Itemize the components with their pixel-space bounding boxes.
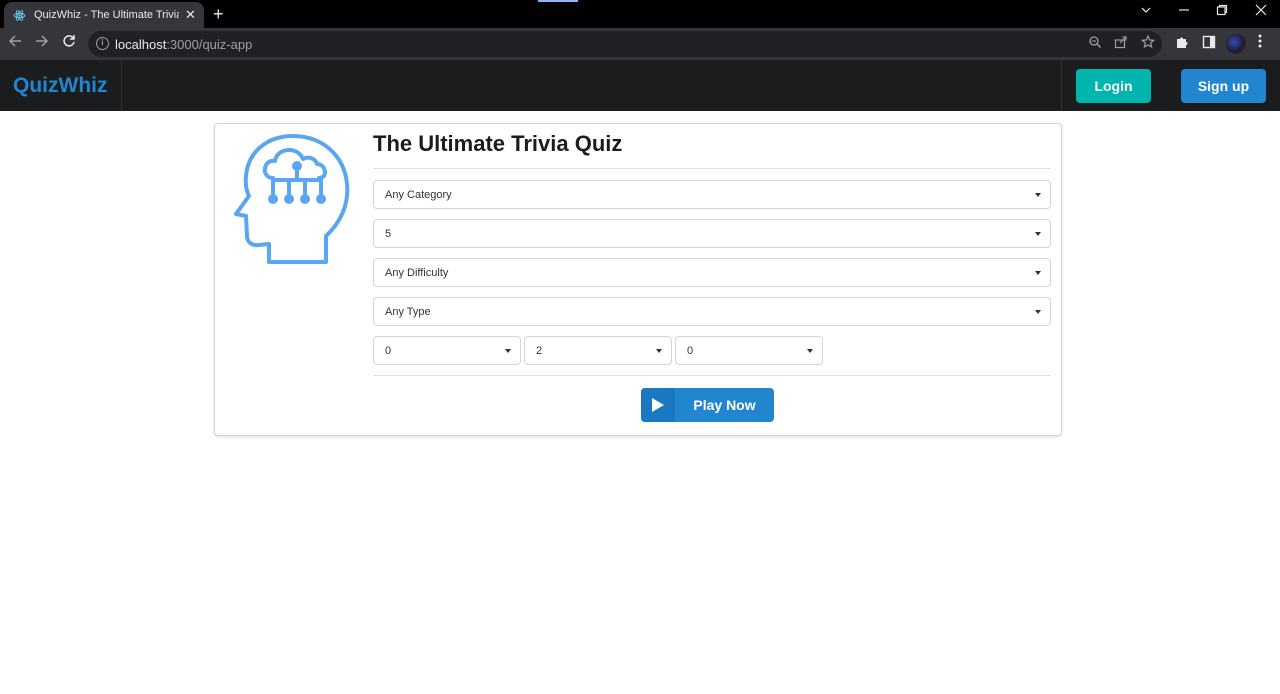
caret-down-icon — [1035, 232, 1041, 236]
countdown-minutes-value: 2 — [536, 345, 543, 357]
tab-search-icon[interactable] — [1140, 4, 1152, 19]
browser-tab-bar: QuizWhiz - The Ultimate Trivia Qu ✕ + — [0, 0, 1280, 28]
app-navbar: QuizWhiz Login Sign up — [0, 60, 1280, 111]
category-value: Any Category — [385, 189, 452, 201]
form-divider — [373, 375, 1051, 376]
profile-avatar[interactable] — [1226, 34, 1246, 54]
quiz-config-card: The Ultimate Trivia Quiz Any Category 5 … — [214, 123, 1062, 436]
browser-toolbar: i localhost:3000/quiz-app — [0, 28, 1280, 60]
browser-tab[interactable]: QuizWhiz - The Ultimate Trivia Qu ✕ — [4, 2, 204, 28]
type-select[interactable]: Any Type — [373, 297, 1051, 326]
num-questions-value: 5 — [385, 228, 392, 240]
countdown-seconds-select[interactable]: 0 — [675, 336, 823, 365]
share-icon[interactable] — [1114, 35, 1128, 52]
new-tab-button[interactable]: + — [213, 4, 224, 24]
side-panel-icon[interactable] — [1202, 35, 1216, 52]
browser-menu-icon[interactable] — [1258, 33, 1262, 53]
address-bar[interactable]: i localhost:3000/quiz-app — [88, 31, 1162, 57]
caret-down-icon — [807, 349, 813, 353]
title-divider — [373, 168, 1051, 169]
tab-close-icon[interactable]: ✕ — [185, 7, 196, 23]
auth-buttons: Login Sign up — [1061, 60, 1280, 111]
bookmark-star-icon[interactable] — [1140, 34, 1156, 52]
play-icon — [641, 388, 675, 422]
play-now-button[interactable]: Play Now — [641, 388, 774, 422]
type-value: Any Type — [385, 306, 431, 318]
zoom-icon[interactable] — [1088, 35, 1102, 52]
react-favicon-icon — [12, 8, 26, 22]
countdown-seconds-value: 0 — [687, 345, 694, 357]
restore-icon[interactable] — [1216, 4, 1228, 19]
countdown-hours-select[interactable]: 0 — [373, 336, 521, 365]
difficulty-value: Any Difficulty — [385, 267, 449, 279]
caret-down-icon — [505, 349, 511, 353]
play-now-label: Play Now — [693, 397, 756, 413]
quiz-title: The Ultimate Trivia Quiz — [373, 131, 623, 156]
countdown-hours-value: 0 — [385, 345, 392, 357]
back-icon[interactable] — [8, 34, 22, 52]
countdown-minutes-select[interactable]: 2 — [524, 336, 672, 365]
brand-logo[interactable]: QuizWhiz — [0, 60, 122, 111]
brain-network-icon — [234, 134, 350, 264]
url-text: localhost:3000/quiz-app — [115, 37, 253, 52]
num-questions-select[interactable]: 5 — [373, 219, 1051, 248]
caret-down-icon — [656, 349, 662, 353]
extensions-puzzle-icon[interactable] — [1175, 35, 1189, 52]
category-select[interactable]: Any Category — [373, 180, 1051, 209]
login-button[interactable]: Login — [1076, 69, 1151, 103]
reload-icon[interactable] — [62, 34, 76, 52]
forward-icon[interactable] — [35, 34, 49, 52]
caret-down-icon — [1035, 310, 1041, 314]
window-close-icon[interactable] — [1255, 4, 1267, 19]
minimize-icon[interactable] — [1178, 4, 1190, 19]
tab-title: QuizWhiz - The Ultimate Trivia Qu — [34, 9, 179, 21]
site-info-icon[interactable]: i — [96, 37, 109, 50]
signup-button[interactable]: Sign up — [1181, 69, 1266, 103]
tab-strip-accent — [538, 0, 578, 2]
caret-down-icon — [1035, 271, 1041, 275]
caret-down-icon — [1035, 193, 1041, 197]
difficulty-select[interactable]: Any Difficulty — [373, 258, 1051, 287]
